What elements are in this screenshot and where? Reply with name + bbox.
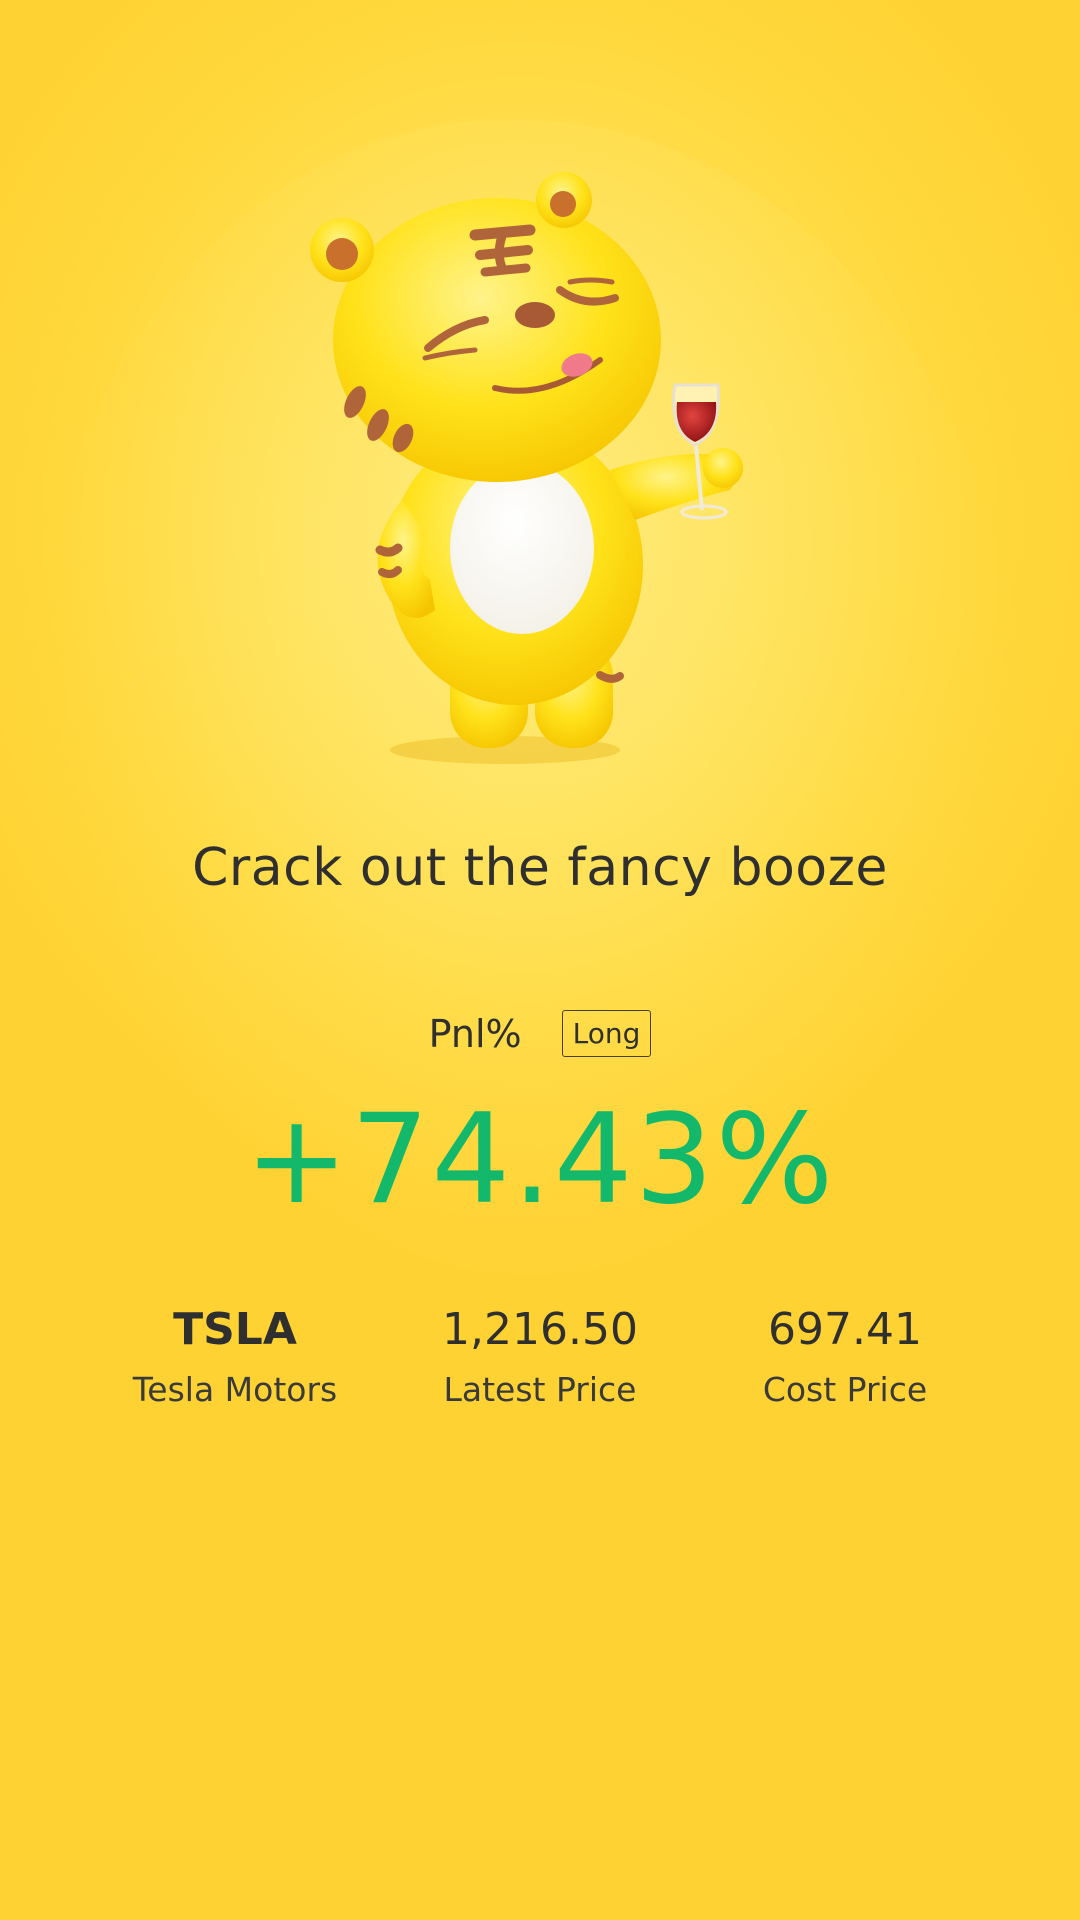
latest-price-label: Latest Price (443, 1370, 637, 1409)
stock-name: Tesla Motors (132, 1370, 338, 1409)
stock-ticker: TSLA (173, 1304, 297, 1355)
tiger-mascot-icon (310, 172, 743, 764)
cost-price-block: 697.41 Cost Price (695, 1300, 995, 1409)
stock-stats: TSLA Tesla Motors 1,216.50 Latest Price … (0, 1300, 1080, 1440)
pnl-label: Pnl% (428, 1011, 522, 1056)
pnl-percentage: +74.43% (244, 1088, 836, 1232)
cost-price-value: 697.41 (768, 1304, 922, 1355)
headline-text: Crack out the fancy booze (192, 838, 888, 898)
latest-price-block: 1,216.50 Latest Price (390, 1300, 690, 1409)
cost-price-label: Cost Price (762, 1370, 928, 1409)
latest-price-value: 1,216.50 (442, 1304, 638, 1355)
pnl-header: Pnl% Long (0, 1010, 1080, 1057)
stock-ticker-block: TSLA Tesla Motors (85, 1300, 385, 1409)
position-badge: Long (561, 1010, 652, 1057)
